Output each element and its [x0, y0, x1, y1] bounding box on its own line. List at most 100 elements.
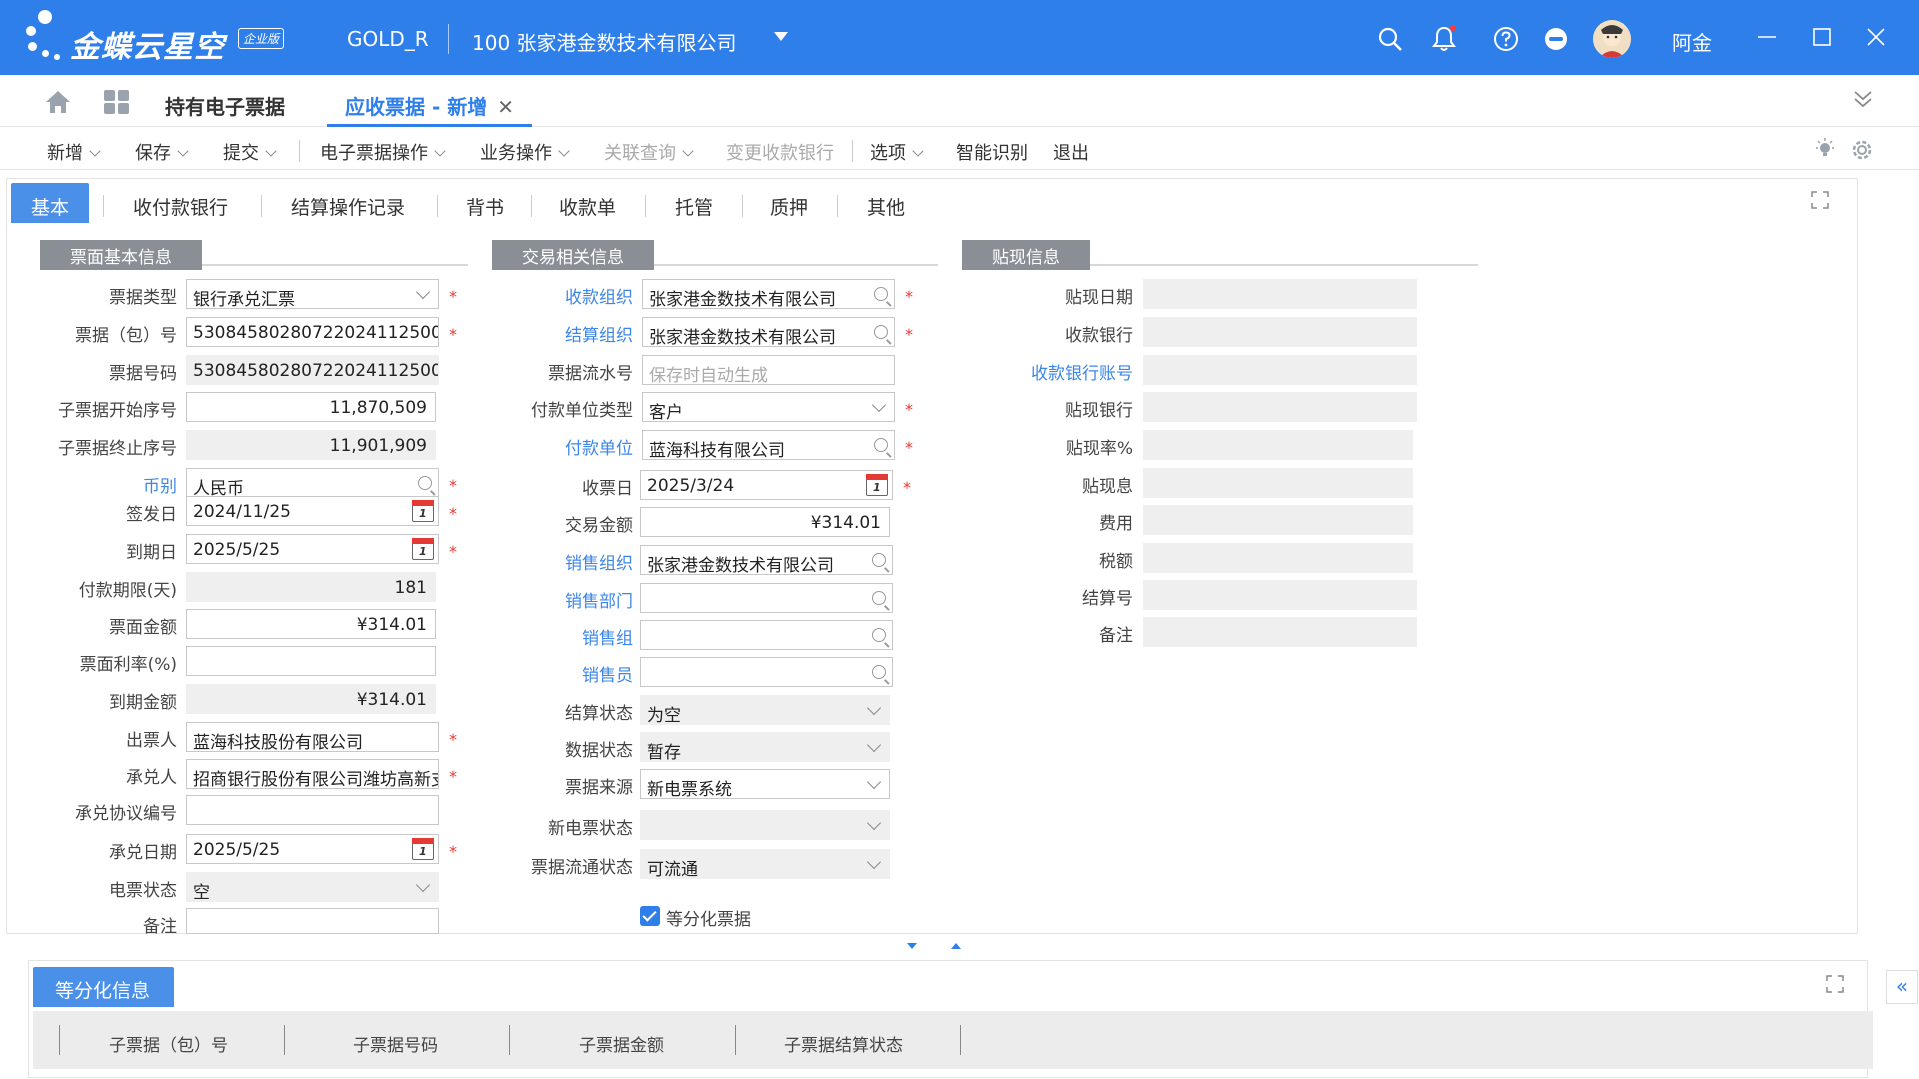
toolbar-submit-button[interactable]: 提交: [223, 139, 277, 165]
circulation-status-label: 票据流通状态: [531, 858, 633, 878]
tab-settle-records[interactable]: 结算操作记录: [291, 183, 405, 223]
tab-bank[interactable]: 收付款银行: [133, 183, 228, 223]
chevron-down-icon: [415, 877, 431, 893]
home-icon[interactable]: [44, 89, 72, 119]
toolbar-smart-recognize-button[interactable]: 智能识别: [956, 139, 1028, 165]
sales-org-label[interactable]: 销售组织: [565, 549, 633, 574]
sales-group-input[interactable]: [640, 620, 893, 650]
receive-date-input[interactable]: 2025/3/24 1: [640, 470, 893, 500]
toolbar-exit-button[interactable]: 退出: [1053, 139, 1089, 165]
accept-date-input[interactable]: 2025/5/25 1: [186, 834, 439, 864]
expand-icon[interactable]: [1811, 191, 1829, 209]
toolbar-ebill-ops-button[interactable]: 电子票据操作: [320, 139, 446, 165]
toolbar-new-button[interactable]: 新增: [47, 139, 101, 165]
account-selector[interactable]: GOLD_R: [347, 27, 429, 51]
chat-icon[interactable]: [1542, 25, 1570, 53]
due-date-input[interactable]: 2025/5/25 1: [186, 534, 439, 564]
trade-amount-input[interactable]: ¥314.01: [640, 507, 890, 537]
bill-type-label: 票据类型: [109, 288, 177, 308]
avatar[interactable]: [1593, 20, 1631, 58]
tab-receivable-new[interactable]: 应收票据 - 新增 ✕: [327, 75, 532, 127]
column-sub-bill-amount[interactable]: 子票据金额: [579, 1031, 664, 1056]
settle-org-input[interactable]: 张家港金数技术有限公司: [642, 317, 895, 347]
serial-no-input[interactable]: 保存时自动生成: [642, 355, 895, 385]
issue-date-input[interactable]: 2024/11/25 1: [186, 496, 439, 526]
toolbar-change-bank-button[interactable]: 变更收款银行: [726, 139, 834, 165]
settle-org-label[interactable]: 结算组织: [565, 321, 633, 346]
bill-type-select[interactable]: 银行承兑汇票: [186, 279, 439, 309]
chevron-down-icon: [866, 854, 882, 870]
user-name[interactable]: 阿金: [1672, 27, 1712, 56]
settle-status-select[interactable]: 为空: [640, 695, 890, 725]
settle-status-label: 结算状态: [565, 704, 633, 724]
new-ebill-status-select[interactable]: [640, 810, 890, 840]
toolbar-save-button[interactable]: 保存: [135, 139, 189, 165]
splitter-toggle[interactable]: [905, 940, 965, 954]
minimize-icon[interactable]: [1752, 22, 1782, 52]
payer-input[interactable]: 蓝海科技有限公司: [642, 430, 895, 460]
salesman-label[interactable]: 销售员: [582, 661, 633, 686]
receive-org-input[interactable]: 张家港金数技术有限公司: [642, 279, 895, 309]
tab-close-icon[interactable]: ✕: [497, 95, 514, 119]
lightbulb-icon[interactable]: [1814, 138, 1836, 164]
collapse-double-chevron-icon[interactable]: [1851, 87, 1875, 115]
equal-split-label[interactable]: 等分化票据: [666, 905, 751, 930]
toolbar-business-ops-button[interactable]: 业务操作: [480, 139, 570, 165]
chevron-down-icon: [871, 397, 887, 413]
ebill-status-select[interactable]: 空: [186, 872, 439, 902]
payer-type-select[interactable]: 客户: [642, 392, 895, 422]
bill-source-select[interactable]: 新电票系统: [640, 769, 890, 799]
currency-input[interactable]: 人民币: [186, 468, 439, 498]
accept-agreement-input[interactable]: [186, 795, 439, 825]
face-rate-label: 票面利率(%): [79, 655, 177, 675]
tab-other[interactable]: 其他: [867, 183, 905, 223]
search-icon[interactable]: [1376, 25, 1404, 53]
face-amount-input[interactable]: ¥314.01: [186, 609, 436, 639]
bill-pkg-no-label: 票据（包）号: [75, 326, 177, 346]
column-sub-bill-pkg-no[interactable]: 子票据（包）号: [109, 1031, 228, 1056]
sales-org-input[interactable]: 张家港金数技术有限公司: [640, 545, 893, 575]
tab-receipt[interactable]: 收款单: [559, 183, 616, 223]
equal-split-checkbox[interactable]: [640, 906, 660, 926]
payer-label[interactable]: 付款单位: [565, 434, 633, 459]
toolbar-divider: [299, 140, 300, 162]
org-dropdown-icon[interactable]: [774, 32, 788, 41]
face-rate-input[interactable]: [186, 646, 436, 676]
salesman-input[interactable]: [640, 657, 893, 687]
column-sub-bill-no[interactable]: 子票据号码: [353, 1031, 438, 1056]
sales-dept-label[interactable]: 销售部门: [565, 587, 633, 612]
org-selector[interactable]: 100 张家港金数技术有限公司: [472, 27, 737, 56]
tab-pledge[interactable]: 质押: [770, 183, 808, 223]
column-sub-bill-settle-status[interactable]: 子票据结算状态: [784, 1031, 903, 1056]
maximize-icon[interactable]: [1807, 22, 1837, 52]
search-icon: [872, 591, 886, 605]
sales-dept-input[interactable]: [640, 583, 893, 613]
acceptor-input[interactable]: 招商银行股份有限公司潍坊高新支行: [186, 759, 439, 789]
tab-endorsement[interactable]: 背书: [466, 183, 504, 223]
discount-receive-account-label[interactable]: 收款银行账号: [1031, 359, 1133, 384]
sub-start-input[interactable]: 11,870,509: [186, 392, 436, 422]
gear-icon[interactable]: [1850, 138, 1874, 166]
circulation-status-select[interactable]: 可流通: [640, 849, 890, 879]
expand-icon[interactable]: [1826, 975, 1844, 993]
tab-custody[interactable]: 托管: [675, 183, 713, 223]
currency-label[interactable]: 币别: [143, 472, 177, 497]
data-status-select[interactable]: 暂存: [640, 732, 890, 762]
receive-org-label[interactable]: 收款组织: [565, 283, 633, 308]
toolbar-options-button[interactable]: 选项: [870, 139, 924, 165]
discount-interest-label: 贴现息: [1082, 477, 1133, 497]
close-icon[interactable]: [1861, 22, 1891, 52]
tab-held-ebills[interactable]: 持有电子票据: [165, 91, 285, 120]
drawer-input[interactable]: 蓝海科技股份有限公司: [186, 722, 439, 752]
toolbar-related-query-button[interactable]: 关联查询: [604, 139, 694, 165]
bill-pkg-no-input[interactable]: 530845802807220241125001: [186, 317, 439, 347]
tab-basic[interactable]: 基本: [11, 183, 90, 223]
discount-remark-label: 备注: [1099, 626, 1133, 646]
side-panel-toggle-button[interactable]: «: [1886, 970, 1918, 1004]
sales-group-label[interactable]: 销售组: [582, 624, 633, 649]
help-icon[interactable]: [1492, 25, 1520, 53]
apps-grid-icon[interactable]: [104, 90, 130, 114]
remark-input[interactable]: [186, 908, 439, 934]
bell-icon[interactable]: [1430, 25, 1458, 53]
tab-equal-split-info[interactable]: 等分化信息: [33, 967, 175, 1007]
